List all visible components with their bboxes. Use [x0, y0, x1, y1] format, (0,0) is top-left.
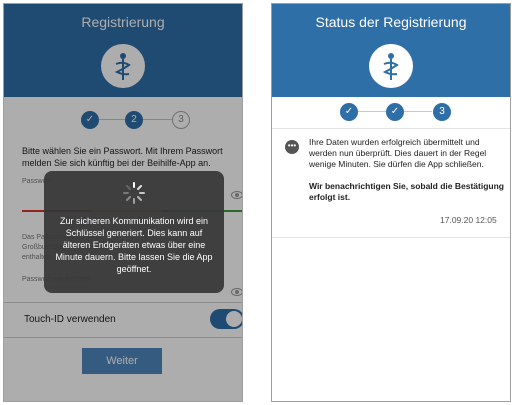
caduceus-logo-icon	[382, 53, 399, 80]
step-1-check: ✓	[340, 103, 358, 121]
registration-screen: Registrierung ✓ 2 3 Bitte wählen Sie ein…	[3, 3, 243, 402]
step-3: 3	[433, 103, 451, 121]
progress-stepper: ✓ ✓ 3	[272, 101, 510, 123]
header-bar: Status der Registrierung	[272, 4, 510, 41]
app-logo	[369, 44, 413, 88]
registration-status-screen: Status der Registrierung ✓ ✓ 3 ••• Ihre …	[271, 3, 511, 402]
info-dots-icon: •••	[285, 140, 299, 154]
spinner-icon	[123, 182, 145, 204]
page-title: Status der Registrierung	[315, 14, 467, 30]
loading-overlay: Zur sicheren Kommunikation wird ein Schl…	[44, 171, 224, 293]
timestamp: 17.09.20 12:05	[440, 215, 497, 225]
step-2-check: ✓	[386, 103, 404, 121]
status-message: Ihre Daten wurden erfolgreich übermittel…	[309, 137, 487, 169]
overlay-message: Zur sicheren Kommunikation wird ein Schl…	[55, 216, 213, 274]
notification-notice: Wir benachrichtigen Sie, sobald die Best…	[309, 181, 504, 202]
